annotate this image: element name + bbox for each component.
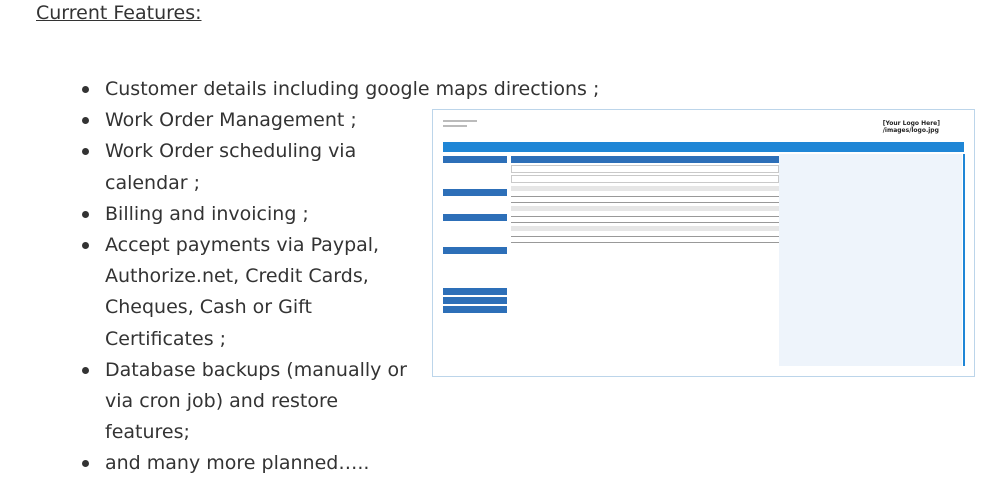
feature-item: Work Order scheduling via calendar ; (80, 136, 425, 198)
thumb-main-panel (511, 156, 779, 286)
page-heading: Current Features: (36, 2, 202, 24)
thumb-header-bar (443, 142, 964, 152)
bullet-icon (82, 460, 89, 468)
thumb-content-area (779, 154, 962, 366)
feature-item: and many more planned….. (80, 448, 599, 479)
feature-item: Accept payments via Paypal, Authorize.ne… (80, 230, 425, 355)
feature-item: Billing and invoicing ; (80, 199, 425, 230)
bullet-icon (82, 117, 89, 125)
feature-item: Customer details including google maps d… (80, 74, 599, 105)
feature-item: Work Order Management ; (80, 105, 425, 136)
bullet-icon (82, 210, 89, 218)
thumb-logo-placeholder: [Your Logo Here] /images/logo.jpg (882, 120, 940, 134)
bullet-icon (82, 366, 89, 374)
feature-item: Database backups (manually or via cron j… (80, 355, 425, 449)
thumb-topleft-text (443, 120, 477, 127)
bullet-icon (82, 86, 89, 93)
thumb-sidebar (443, 154, 507, 366)
bullet-icon (82, 242, 89, 250)
bullet-icon (82, 148, 89, 156)
thumb-right-border (963, 154, 965, 366)
app-screenshot-thumbnail[interactable]: [Your Logo Here] /images/logo.jpg (432, 109, 975, 377)
